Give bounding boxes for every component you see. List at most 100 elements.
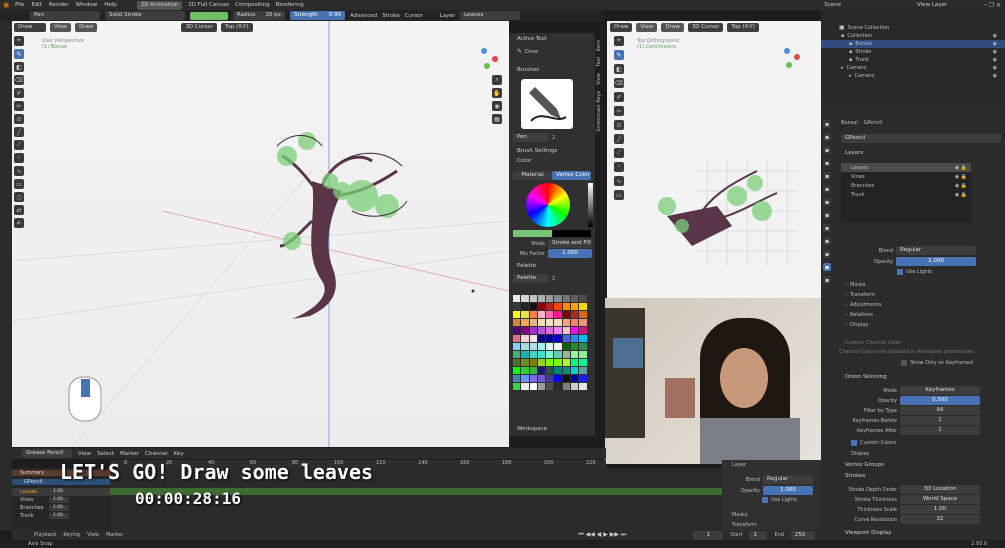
object-props-icon[interactable]: ▪ bbox=[823, 198, 831, 206]
palette-swatch[interactable] bbox=[546, 367, 554, 374]
curve-resolution-value[interactable]: 32 bbox=[900, 515, 980, 524]
palette-swatch[interactable] bbox=[546, 383, 554, 390]
palette-swatch[interactable] bbox=[529, 335, 537, 342]
palette-swatch[interactable] bbox=[529, 351, 537, 358]
palette-swatch[interactable] bbox=[521, 319, 529, 326]
timeline-menu-key[interactable]: Key bbox=[174, 451, 184, 457]
data-props-icon[interactable]: ▪ bbox=[823, 263, 831, 271]
sidebar-tab-3[interactable]: Screencast Keys bbox=[596, 91, 605, 132]
line-icon[interactable]: ╱ bbox=[14, 127, 24, 137]
blend-value[interactable]: Regular bbox=[896, 246, 976, 255]
current-color-swatch[interactable] bbox=[513, 230, 552, 237]
palette-swatch[interactable] bbox=[571, 351, 579, 358]
onion-skinning-header[interactable]: Onion Skinning bbox=[845, 374, 887, 380]
palette-swatch[interactable] bbox=[537, 359, 546, 366]
layer-visibility-icon[interactable]: ◉ 🔒 bbox=[955, 174, 967, 180]
scene-props-icon[interactable]: ▪ bbox=[823, 172, 831, 180]
palette-swatch[interactable] bbox=[562, 319, 571, 326]
palette-swatch[interactable] bbox=[562, 359, 571, 366]
palette-swatch[interactable] bbox=[546, 303, 554, 310]
outliner-item[interactable]: ▸ Camera ◉ bbox=[821, 72, 1005, 80]
playback-menu-keying[interactable]: Keying bbox=[63, 532, 80, 538]
filter-type-value[interactable]: All bbox=[900, 406, 980, 415]
menu-render[interactable]: Render bbox=[49, 2, 69, 8]
constraints-icon[interactable]: ▪ bbox=[823, 250, 831, 258]
render-props-icon[interactable]: ▪ bbox=[823, 133, 831, 141]
brush-name-field[interactable]: Pen bbox=[513, 133, 549, 142]
palette-swatch[interactable] bbox=[546, 295, 554, 302]
scene-label[interactable]: Scene bbox=[824, 2, 841, 8]
palette-swatch[interactable] bbox=[513, 303, 521, 310]
viewport-right[interactable]: Draw View Draw 3D Cursor Top (X-Y) Top O… bbox=[607, 21, 821, 298]
track-opacity[interactable]: 1.00 bbox=[49, 497, 69, 503]
right-arc-icon[interactable]: ◜ bbox=[614, 162, 624, 172]
layer-selector[interactable]: Leaves bbox=[460, 11, 521, 20]
palette-swatch[interactable] bbox=[513, 311, 521, 318]
strokes-header[interactable]: Strokes bbox=[845, 473, 865, 479]
palette-swatch[interactable] bbox=[537, 383, 546, 390]
palette-swatch[interactable] bbox=[513, 367, 521, 374]
advanced-menu[interactable]: Advanced bbox=[350, 13, 377, 19]
palette-swatch[interactable] bbox=[562, 311, 571, 318]
palette-swatch[interactable] bbox=[554, 375, 562, 382]
palette-swatch[interactable] bbox=[513, 359, 521, 366]
tool-props-icon[interactable]: ▪ bbox=[823, 120, 831, 128]
visibility-eye-icon[interactable]: ◉ bbox=[993, 73, 997, 79]
palette-swatch[interactable] bbox=[537, 327, 546, 334]
keyframes-after-value[interactable]: 1 bbox=[900, 426, 980, 435]
show-only-checkbox[interactable] bbox=[901, 360, 907, 366]
polyline-icon[interactable]: ⟋ bbox=[14, 140, 24, 150]
palette-swatch[interactable] bbox=[571, 335, 579, 342]
right-cutter-icon[interactable]: ✂ bbox=[614, 106, 624, 116]
start-frame[interactable]: 1 bbox=[749, 530, 768, 540]
palette-swatch[interactable] bbox=[579, 375, 587, 382]
palette-swatch[interactable] bbox=[521, 351, 529, 358]
section-relations[interactable]: › Relations bbox=[845, 312, 881, 318]
palette-swatch[interactable] bbox=[571, 295, 579, 302]
pan-icon[interactable]: ✋ bbox=[492, 88, 502, 98]
palette-swatch[interactable] bbox=[571, 311, 579, 318]
strength-field[interactable]: Strength 0.90 bbox=[290, 11, 345, 20]
palette-swatch[interactable] bbox=[529, 359, 537, 366]
layer-row[interactable]: Vines ◉ 🔒 bbox=[841, 172, 971, 181]
stroke-mode-selector[interactable]: Solid Stroke bbox=[105, 11, 185, 20]
layers-header[interactable]: Layers bbox=[845, 150, 863, 156]
brush-selector[interactable]: Pen bbox=[30, 11, 100, 20]
outliner-item[interactable]: ▸ Camera ◉ bbox=[821, 64, 1005, 72]
section-masks[interactable]: › Masks bbox=[845, 282, 881, 288]
keyframes-before-value[interactable]: 1 bbox=[900, 416, 980, 425]
right-cursor-icon[interactable]: ⌖ bbox=[614, 36, 624, 46]
mix-factor-value[interactable]: 1.000 bbox=[548, 249, 592, 258]
curve-icon[interactable]: ∿ bbox=[14, 166, 24, 176]
vertex-groups-header[interactable]: Vertex Groups bbox=[845, 462, 884, 468]
palette-swatch[interactable] bbox=[529, 303, 537, 310]
layer-row[interactable]: Branches ◉ 🔒 bbox=[841, 181, 971, 190]
playback-menu-marker[interactable]: Marker bbox=[106, 532, 123, 538]
palette-swatch[interactable] bbox=[521, 311, 529, 318]
palette-swatch[interactable] bbox=[571, 375, 579, 382]
visibility-eye-icon[interactable]: ◉ bbox=[993, 41, 997, 47]
palette-swatch[interactable] bbox=[546, 311, 554, 318]
palette-swatch[interactable] bbox=[554, 351, 562, 358]
palette-swatch[interactable] bbox=[513, 383, 521, 390]
visibility-eye-icon[interactable]: ◉ bbox=[993, 65, 997, 71]
fill-icon[interactable]: ◧ bbox=[14, 62, 24, 72]
tl-opacity-value[interactable]: 1.000 bbox=[763, 486, 813, 495]
palette-swatch[interactable] bbox=[546, 343, 554, 350]
palette-swatch[interactable] bbox=[537, 367, 546, 374]
gpencil-datablock[interactable]: GPencil bbox=[841, 134, 1001, 143]
palette-swatch[interactable] bbox=[579, 351, 587, 358]
playback-menu-playback[interactable]: Playback bbox=[34, 532, 56, 538]
physics-props-icon[interactable]: ▪ bbox=[823, 237, 831, 245]
material-props-icon[interactable]: ▪ bbox=[823, 276, 831, 284]
workspace-tab-3[interactable]: Rendering bbox=[276, 2, 304, 8]
value-slider[interactable] bbox=[588, 183, 593, 227]
palette-swatch[interactable] bbox=[554, 367, 562, 374]
palette-name-field[interactable]: Palette bbox=[513, 274, 549, 283]
editor-type-selector[interactable]: Grease Pencil bbox=[22, 449, 72, 458]
timeline-menu-select[interactable]: Select bbox=[97, 451, 114, 457]
right-line-icon[interactable]: ╱ bbox=[614, 134, 624, 144]
palette-swatch[interactable] bbox=[562, 383, 571, 390]
menu-file[interactable]: File bbox=[15, 2, 24, 8]
palette-swatch[interactable] bbox=[571, 367, 579, 374]
